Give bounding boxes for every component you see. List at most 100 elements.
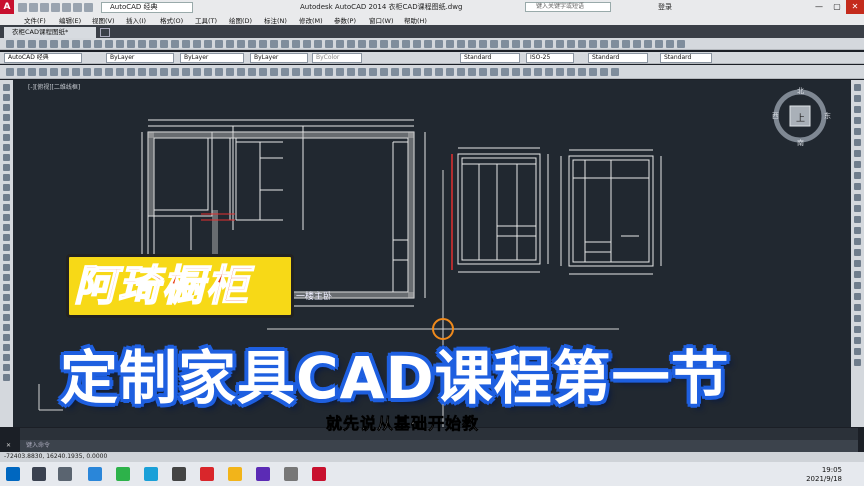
toolbar-tool-icon[interactable]: [611, 40, 619, 48]
toolbar-tool-icon[interactable]: [347, 40, 355, 48]
side-tool-icon[interactable]: [854, 227, 861, 234]
toolbar-tool-icon[interactable]: [105, 68, 113, 76]
toolbar-tool-icon[interactable]: [127, 40, 135, 48]
toolbar-tool-icon[interactable]: [600, 40, 608, 48]
toolbar-tool-icon[interactable]: [61, 40, 69, 48]
toolbar-tool-icon[interactable]: [490, 40, 498, 48]
menu-help[interactable]: 帮助(H): [404, 15, 427, 25]
toolbar-tool-icon[interactable]: [149, 40, 157, 48]
side-tool-icon[interactable]: [3, 174, 10, 181]
toolbar-tool-icon[interactable]: [435, 68, 443, 76]
side-tool-icon[interactable]: [854, 282, 861, 289]
menu-modify[interactable]: 修改(M): [299, 15, 323, 25]
side-tool-icon[interactable]: [854, 216, 861, 223]
toolbar-tool-icon[interactable]: [523, 68, 531, 76]
side-tool-icon[interactable]: [854, 293, 861, 300]
toolbar-tool-icon[interactable]: [226, 68, 234, 76]
new-tab-button[interactable]: [100, 28, 110, 37]
lineweight-combo[interactable]: ByLayer: [250, 53, 308, 63]
wps-icon[interactable]: [200, 467, 214, 481]
toolbar-tool-icon[interactable]: [193, 40, 201, 48]
toolbar-tool-icon[interactable]: [600, 68, 608, 76]
media-player-icon[interactable]: [172, 467, 186, 481]
side-tool-icon[interactable]: [3, 234, 10, 241]
toolbar-tool-icon[interactable]: [512, 68, 520, 76]
toolbar-tool-icon[interactable]: [446, 40, 454, 48]
toolbar-tool-icon[interactable]: [391, 68, 399, 76]
menu-dimension[interactable]: 标注(N): [264, 15, 287, 25]
toolbar-tool-icon[interactable]: [556, 40, 564, 48]
autocad-taskbar-icon[interactable]: [312, 467, 326, 481]
menu-draw[interactable]: 绘图(D): [229, 15, 252, 25]
toolbar-tool-icon[interactable]: [347, 68, 355, 76]
toolbar-tool-icon[interactable]: [193, 68, 201, 76]
toolbar-tool-icon[interactable]: [545, 68, 553, 76]
side-tool-icon[interactable]: [854, 139, 861, 146]
text-style-combo[interactable]: Standard: [460, 53, 520, 63]
toolbar-tool-icon[interactable]: [160, 40, 168, 48]
search-icon[interactable]: [32, 467, 46, 481]
side-tool-icon[interactable]: [854, 150, 861, 157]
toolbar-tool-icon[interactable]: [380, 40, 388, 48]
toolbar-tool-icon[interactable]: [215, 40, 223, 48]
toolbar-tool-icon[interactable]: [622, 40, 630, 48]
redo-icon[interactable]: [84, 2, 93, 12]
viewcube-top[interactable]: 上: [796, 111, 805, 124]
toolbar-tool-icon[interactable]: [358, 40, 366, 48]
toolbar-tool-icon[interactable]: [468, 40, 476, 48]
toolbar-tool-icon[interactable]: [50, 40, 58, 48]
save-as-icon[interactable]: [51, 2, 60, 12]
toolbar-tool-icon[interactable]: [303, 68, 311, 76]
side-tool-icon[interactable]: [3, 344, 10, 351]
side-tool-icon[interactable]: [3, 324, 10, 331]
toolbar-tool-icon[interactable]: [292, 68, 300, 76]
print-icon[interactable]: [62, 2, 71, 12]
folder-icon[interactable]: [228, 467, 242, 481]
side-tool-icon[interactable]: [3, 374, 10, 381]
toolbar-tool-icon[interactable]: [567, 40, 575, 48]
toolbar-tool-icon[interactable]: [391, 40, 399, 48]
toolbar-tool-icon[interactable]: [578, 40, 586, 48]
toolbar-tool-icon[interactable]: [6, 40, 14, 48]
toolbar-tool-icon[interactable]: [171, 68, 179, 76]
toolbar-tool-icon[interactable]: [501, 68, 509, 76]
toolbar-tool-icon[interactable]: [94, 40, 102, 48]
side-tool-icon[interactable]: [3, 244, 10, 251]
toolbar-tool-icon[interactable]: [72, 40, 80, 48]
side-tool-icon[interactable]: [3, 84, 10, 91]
workspace-combo[interactable]: AutoCAD 经典: [4, 53, 82, 63]
side-tool-icon[interactable]: [3, 184, 10, 191]
side-tool-icon[interactable]: [3, 144, 10, 151]
toolbar-tool-icon[interactable]: [303, 40, 311, 48]
toolbar-tool-icon[interactable]: [534, 40, 542, 48]
side-tool-icon[interactable]: [854, 128, 861, 135]
side-tool-icon[interactable]: [3, 264, 10, 271]
viewport-label[interactable]: [-][俯视][二维线框]: [28, 82, 80, 91]
side-tool-icon[interactable]: [854, 161, 861, 168]
side-tool-icon[interactable]: [854, 117, 861, 124]
toolbar-tool-icon[interactable]: [171, 40, 179, 48]
save-icon[interactable]: [40, 2, 49, 12]
file-tab-current[interactable]: 衣柜CAD课程图纸*: [4, 27, 96, 38]
menu-parametric[interactable]: 参数(P): [334, 15, 356, 25]
menu-tools[interactable]: 工具(T): [195, 15, 217, 25]
toolbar-tool-icon[interactable]: [226, 40, 234, 48]
toolbar-tool-icon[interactable]: [479, 40, 487, 48]
menu-window[interactable]: 窗口(W): [369, 15, 394, 25]
viewcube-south[interactable]: 南: [797, 138, 804, 148]
command-close-icon[interactable]: ✕: [6, 440, 11, 452]
toolbar-tool-icon[interactable]: [468, 68, 476, 76]
side-tool-icon[interactable]: [854, 238, 861, 245]
toolbar-tool-icon[interactable]: [6, 68, 14, 76]
command-line-input[interactable]: ✕ 键入命令: [6, 440, 858, 452]
menu-view[interactable]: 视图(V): [92, 15, 115, 25]
toolbar-tool-icon[interactable]: [116, 40, 124, 48]
viewcube-west[interactable]: 西: [772, 111, 779, 121]
side-tool-icon[interactable]: [854, 205, 861, 212]
side-tool-icon[interactable]: [854, 315, 861, 322]
dim-style-combo[interactable]: ISO-25: [526, 53, 574, 63]
side-tool-icon[interactable]: [3, 314, 10, 321]
toolbar-tool-icon[interactable]: [446, 68, 454, 76]
toolbar-tool-icon[interactable]: [589, 68, 597, 76]
side-tool-icon[interactable]: [3, 284, 10, 291]
